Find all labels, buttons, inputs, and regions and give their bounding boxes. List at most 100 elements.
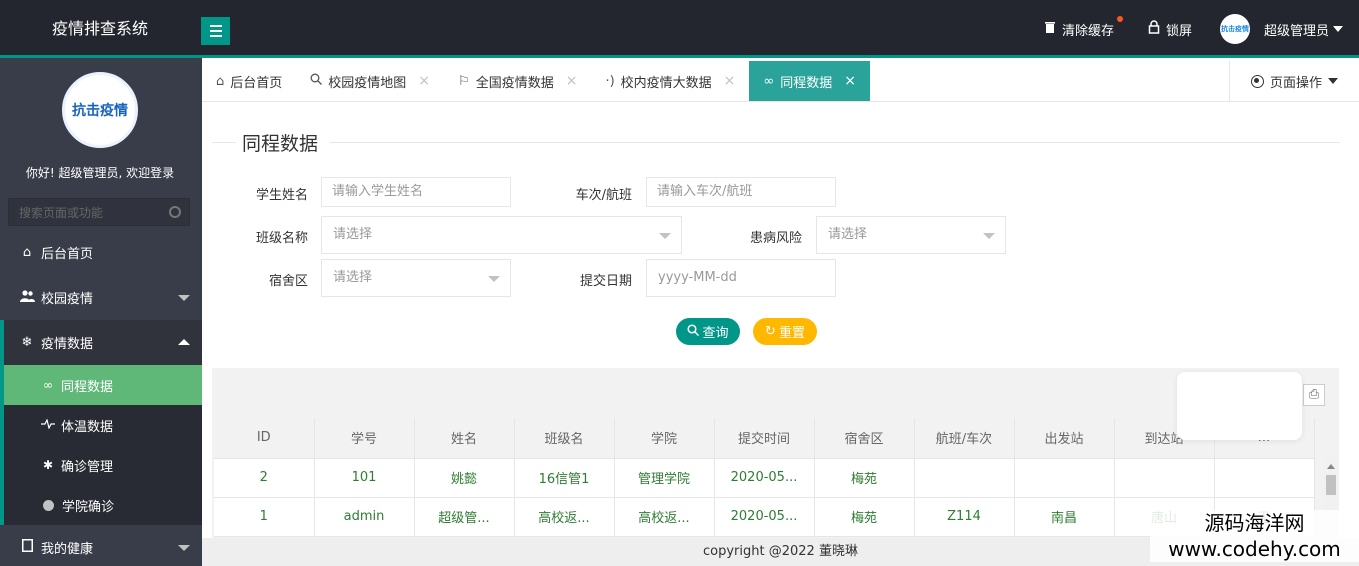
watermark: 源码海洋网 www.codehy.com: [1150, 510, 1359, 562]
top-bar: 疫情排查系统 清除缓存 锁屏 抗击疫情 超级管理员: [0, 0, 1359, 58]
table-cell: 南昌: [1014, 497, 1115, 537]
query-button[interactable]: 查询: [676, 318, 740, 345]
sidebar-item-my-health[interactable]: 我的健康: [0, 525, 202, 566]
sidebar-item-campus-epidemic[interactable]: 校园疫情: [0, 275, 202, 320]
user-name: 超级管理员: [1263, 23, 1329, 39]
column-header[interactable]: ID: [214, 418, 315, 459]
sidebar-subitem-diagnosis[interactable]: ✱ 确诊管理: [4, 445, 202, 485]
table-cell: 梅苑: [814, 497, 915, 537]
sidebar-subitem-label: 同程数据: [61, 379, 114, 395]
sidebar-subitem-temperature[interactable]: 体温数据: [4, 405, 202, 445]
risk-select-value: 请选择: [828, 227, 868, 242]
table-row[interactable]: 2 101 姚懿 16信管1 管理学院 2020-05... 梅苑: [214, 458, 1315, 498]
date-input-placeholder: yyyy-MM-dd: [658, 270, 737, 285]
sidebar-subitem-college-diagnosis[interactable]: 学院确诊: [4, 485, 202, 525]
chevron-down-icon: [178, 545, 190, 551]
sidebar: 抗击疫情 你好! 超级管理员, 欢迎登录 搜索页面或功能 ⌂ 后台首页 校园疫情…: [0, 58, 202, 566]
search-icon: [169, 206, 181, 218]
welcome-text: 你好! 超级管理员, 欢迎登录: [25, 166, 175, 180]
close-icon[interactable]: ×: [418, 73, 430, 89]
lock-icon: [1148, 20, 1160, 38]
student-name-label: 学生姓名: [255, 188, 308, 203]
table-row[interactable]: 1 admin 超级管... 高校返... 高校返... 2020-05... …: [214, 497, 1315, 537]
page-operations-label: 页面操作: [1269, 75, 1322, 91]
date-input[interactable]: yyyy-MM-dd: [646, 259, 836, 297]
clear-cache-label: 清除缓存: [1061, 23, 1114, 39]
search-icon: [310, 73, 323, 89]
table-cell: 1: [214, 497, 315, 537]
close-icon[interactable]: ×: [724, 73, 736, 89]
link-icon: ∞: [43, 378, 53, 392]
clear-cache-button[interactable]: 清除缓存: [1044, 15, 1123, 39]
sidebar-nav: ⌂ 后台首页 校园疫情 ❄ 疫情数据 ∞ 同程数据 体温数据 ✱ 确诊管理 学院…: [0, 230, 202, 566]
column-header[interactable]: 航班/车次: [914, 418, 1015, 459]
sidebar-item-label: 后台首页: [41, 247, 94, 262]
chevron-down-icon: [178, 295, 190, 301]
page-operations-menu[interactable]: 页面操作: [1229, 61, 1359, 101]
tab-label: 同程数据: [780, 75, 833, 91]
divider: [330, 142, 1340, 143]
brand-title: 疫情排查系统: [51, 19, 148, 38]
class-select[interactable]: 请选择: [321, 216, 682, 254]
sidebar-subitem-tongcheng[interactable]: ∞ 同程数据: [4, 365, 202, 405]
tab-tongcheng[interactable]: ∞ 同程数据 ×: [749, 61, 870, 101]
dorm-label: 宿舍区: [268, 274, 308, 289]
train-input[interactable]: 请输入车次/航班: [646, 177, 836, 207]
logo: 抗击疫情: [62, 72, 138, 148]
sidebar-search-input[interactable]: 搜索页面或功能: [8, 198, 190, 226]
sidebar-item-epidemic-data[interactable]: ❄ 疫情数据: [0, 320, 202, 365]
column-header[interactable]: 学院: [614, 418, 715, 459]
table-cell: 高校返...: [614, 497, 715, 537]
table-cell: 16信管1: [514, 458, 615, 498]
virus-icon: ✱: [42, 458, 54, 472]
floating-popup: [1177, 372, 1302, 440]
tab-label: 校内疫情大数据: [620, 75, 712, 91]
chevron-down-icon: [488, 276, 500, 282]
table-cell: [914, 458, 1015, 498]
chevron-down-icon: [1328, 78, 1338, 84]
home-icon: ⌂: [216, 73, 225, 89]
search-icon: [687, 323, 700, 340]
sidebar-subitem-label: 学院确诊: [62, 499, 115, 515]
close-icon[interactable]: ×: [844, 73, 856, 89]
link-icon: ∞: [763, 73, 775, 89]
avatar: 抗击疫情: [1219, 14, 1250, 44]
risk-select[interactable]: 请选择: [816, 216, 1006, 254]
column-header[interactable]: 提交时间: [714, 418, 815, 459]
divider: [212, 142, 236, 143]
menu-toggle-button[interactable]: [201, 17, 230, 45]
tab-campus-map[interactable]: 校园疫情地图 ×: [296, 61, 444, 101]
refresh-icon: ↻: [765, 324, 776, 339]
dorm-select[interactable]: 请选择: [321, 259, 511, 297]
reset-button[interactable]: ↻ 重置: [753, 318, 817, 345]
scrollbar-thumb[interactable]: [1326, 475, 1336, 495]
date-label: 提交日期: [579, 274, 632, 289]
column-header[interactable]: 宿舍区: [814, 418, 915, 459]
sidebar-item-home[interactable]: ⌂ 后台首页: [0, 230, 202, 275]
tab-campus-big-data[interactable]: ·) 校内疫情大数据 ×: [591, 61, 749, 101]
pulse-icon: [40, 418, 56, 432]
chevron-down-icon: [983, 233, 995, 239]
signal-icon: ·): [605, 73, 615, 89]
snowflake-icon: ❄: [21, 335, 33, 350]
close-icon[interactable]: ×: [566, 73, 578, 89]
print-icon[interactable]: ⎙: [1303, 384, 1325, 406]
user-menu[interactable]: 抗击疫情 超级管理员: [1219, 14, 1343, 44]
dorm-select-value: 请选择: [333, 270, 373, 285]
users-icon: [20, 289, 35, 306]
reset-button-label: 重置: [778, 326, 805, 341]
lock-screen-button[interactable]: 锁屏: [1148, 20, 1192, 39]
sidebar-item-label: 疫情数据: [41, 337, 94, 352]
column-header[interactable]: 学号: [314, 418, 415, 459]
column-header[interactable]: 出发站: [1014, 418, 1115, 459]
column-header[interactable]: 姓名: [414, 418, 515, 459]
student-name-input[interactable]: 请输入学生姓名: [321, 177, 511, 207]
tab-home[interactable]: ⌂ 后台首页: [202, 61, 296, 101]
table-cell: 2: [214, 458, 315, 498]
table-cell: 超级管...: [414, 497, 515, 537]
table-cell: 高校返...: [514, 497, 615, 537]
tab-national-data[interactable]: ⚐ 全国疫情数据 ×: [444, 61, 591, 101]
sidebar-search-placeholder: 搜索页面或功能: [19, 205, 104, 220]
column-header[interactable]: 班级名: [514, 418, 615, 459]
sidebar-submenu: ∞ 同程数据 体温数据 ✱ 确诊管理 学院确诊: [0, 365, 202, 525]
